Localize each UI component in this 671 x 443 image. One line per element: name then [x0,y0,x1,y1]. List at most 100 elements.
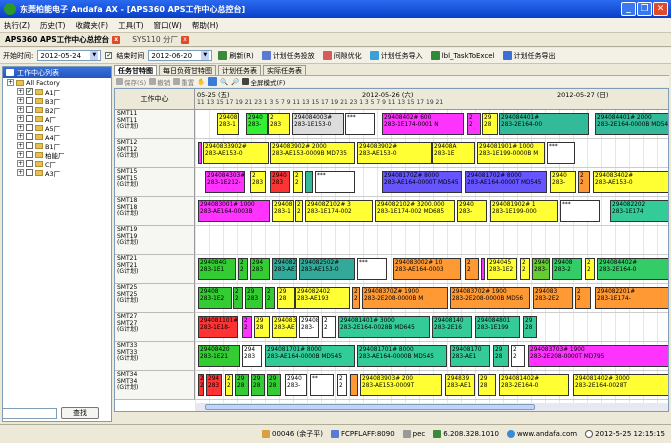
end-time-checkbox[interactable]: ✔ [105,52,113,59]
end-date-picker[interactable]: 2012-06-20 ▼ [148,50,213,61]
gantt-task-bar[interactable]: 22 [198,374,204,396]
search-button[interactable]: 查找 [61,407,99,419]
gantt-task-bar[interactable]: 294082402 283-AE193 [295,287,350,309]
gantt-task-bar[interactable]: 22 [293,171,303,193]
gantt-task-bar[interactable]: 29408 283-2 [552,258,582,280]
gantt-task-bar[interactable]: 294084003# 283-1E153-0 [292,113,344,135]
reset-button[interactable]: 重置 [173,77,194,87]
gantt-task-bar[interactable]: 294083002# 10 283-AE164-0003 [393,258,461,280]
tree-checkbox[interactable] [26,97,33,104]
gantt-chart[interactable]: 工作中心 11 13 15 17 19 21 23 1 3 5 7 9 11 1… [114,88,669,412]
expand-icon[interactable]: + [17,169,24,176]
zoom-out-button[interactable]: 🔎 [231,78,239,86]
workcenter-row-label[interactable]: SMT19 SMT19 (G计划) [115,226,195,255]
doc-tab-sys110[interactable]: SYS110 分厂 x [129,34,192,45]
gantt-task-bar[interactable]: 29408140 283-2E16 [432,316,472,338]
tree-checkbox[interactable] [26,106,33,113]
gantt-task-bar[interactable]: 2940 283 [270,171,290,193]
gantt-task-bar[interactable]: 294 283 [206,374,222,396]
gantt-task-bar[interactable]: 29408170 283-AE1 [450,345,490,367]
gantt-task-bar[interactable]: *** [345,113,375,135]
workcenter-row-label[interactable]: SMT15 SMT15 (G计划) [115,168,195,197]
gantt-task-bar[interactable]: 22 [585,258,595,280]
workcenter-row-label[interactable]: SMT27 SMT27 (G计划) [115,313,195,342]
gantt-task-bar[interactable]: 29408420 283-1E21 [198,345,240,367]
gantt-task-bar[interactable] [481,258,485,280]
gantt-task-bar[interactable]: 294083903# 200 283-AE153-0009T [360,374,442,396]
tree-checkbox[interactable] [26,142,33,149]
gantt-task-bar[interactable]: *** [357,258,387,280]
gantt-task-bar[interactable]: 294081402# 283-2E164-0 [499,374,569,396]
gantt-task-bar[interactable]: 2940 283- [532,258,550,280]
gantt-task-bar[interactable]: 294082201# 283-1E174- [595,287,668,309]
task-to-excel-button[interactable]: lbl_TaskToExcel [429,51,497,60]
gantt-task-bar[interactable]: 294083702# 1900 283-2E208-0000B MD56 [450,287,530,309]
gantt-task-bar[interactable]: 294082202 283-1E174 [610,200,668,222]
gantt-task-bar[interactable]: 294083402# 283-AE153-0 [593,171,668,193]
expand-icon[interactable]: + [7,79,14,86]
gantt-task-bar[interactable]: 22 [520,258,530,280]
gantt-task-bar[interactable]: 29 28 [267,374,281,396]
expand-icon[interactable]: + [17,151,24,158]
gantt-task-bar[interactable]: ** [310,374,334,396]
gantt-task-bar[interactable]: 294081702# 8000 283-AE164-0000T MD545 [465,171,547,193]
gantt-task-bar[interactable]: 29 28 [251,374,265,396]
gantt-task-bar[interactable]: 2940 283- [457,200,487,222]
expand-icon[interactable]: + [17,88,24,95]
gantt-task-bar[interactable]: 29408402# 600 283-1E174-0001 N [382,113,464,135]
gantt-task-bar[interactable]: 22 [337,374,347,396]
tree-item[interactable]: + 柏能厂 [3,150,111,160]
menu-window[interactable]: 窗口(W) [154,20,182,31]
workcenter-row-label[interactable]: SMT11 SMT11 (G计划) [115,110,195,139]
menu-favorites[interactable]: 收藏夹(F) [75,20,108,31]
gantt-task-bar[interactable]: 29408 283-1E2 [198,287,232,309]
expand-icon[interactable]: + [17,160,24,167]
gantt-task-bar[interactable]: 22 [352,287,360,309]
tree-checkbox[interactable] [26,169,33,176]
menu-execute[interactable]: 执行(Z) [4,20,30,31]
expand-icon[interactable]: + [17,115,24,122]
gantt-task-bar[interactable]: *** [560,200,600,222]
gantt-task-bar[interactable]: 29 28 [493,345,509,367]
gantt-task-bar[interactable]: 29408370Z# 1900 283-2E208-0000B M [362,287,448,309]
tree-checkbox[interactable]: ✔ [26,88,33,95]
gantt-task-bar[interactable]: 22 [295,200,303,222]
search-input[interactable] [2,407,57,419]
save-button[interactable]: 保存(S) [116,77,146,87]
window-titlebar[interactable]: 东莞柏能电子 Andafa AX - [APS360 APS工作中心总控台] _… [0,0,671,18]
undo-button[interactable]: 撤销 [149,77,170,87]
close-tab-icon[interactable]: x [112,35,121,44]
restore-button[interactable]: ❐ [637,2,652,16]
gantt-task-bar[interactable]: 294084303# 283-1E212- [205,171,245,193]
gantt-task-bar[interactable]: 29 28 [254,316,270,338]
gantt-task-bar[interactable]: 294082502# 283-AE153-0 [299,258,355,280]
gantt-task-bar[interactable]: 2940 283- [246,113,268,135]
gantt-task-bar[interactable]: 294083001# 1000 283-AE164-0003B [198,200,270,222]
task-export-button[interactable]: 计划任务导出 [501,51,558,61]
fullscreen-button[interactable]: 全屏模式(F) [242,77,285,87]
tree-checkbox[interactable] [26,151,33,158]
gantt-task-bar[interactable]: 2940 283- [550,171,576,193]
gantt-task-bar[interactable]: 22 [225,374,233,396]
doc-tab-aps360[interactable]: APS360 APS工作中心总控台 x [2,34,123,45]
minimize-button[interactable]: _ [621,2,636,16]
gantt-task-bar[interactable]: 294045 283-1E2 [487,258,517,280]
gantt-task-bar[interactable]: 29 28 [523,316,537,338]
tree-item[interactable]: + A3厂 [3,168,111,178]
chevron-down-icon[interactable]: ▼ [90,51,99,60]
hand-tool-button[interactable]: ✋ [197,78,205,86]
task-import-button[interactable]: 计划任务导入 [368,51,425,61]
gantt-task-bar[interactable]: 29 28 [478,374,496,396]
gantt-task-bar[interactable]: 22 [242,316,252,338]
menu-history[interactable]: 历史(T) [40,20,65,31]
gantt-task-bar[interactable]: 294083902# 283-AE153-0 [357,142,432,164]
menu-tools[interactable]: 工具(T) [118,20,143,31]
gantt-task-bar[interactable] [305,171,313,193]
tab-plan-task-table[interactable]: 计划任务表 [218,65,261,75]
gantt-task-bar[interactable]: *** [547,142,575,164]
expand-icon[interactable]: + [17,124,24,131]
tree-checkbox[interactable] [26,115,33,122]
tree-item[interactable]: + B2厂 [3,105,111,115]
gantt-task-bar[interactable]: 294081401# 3000 283-2E164-0028B MD645 [338,316,430,338]
gantt-task-bar[interactable]: 294083902# 2000 283-AE153-0009B MD735 [270,142,355,164]
